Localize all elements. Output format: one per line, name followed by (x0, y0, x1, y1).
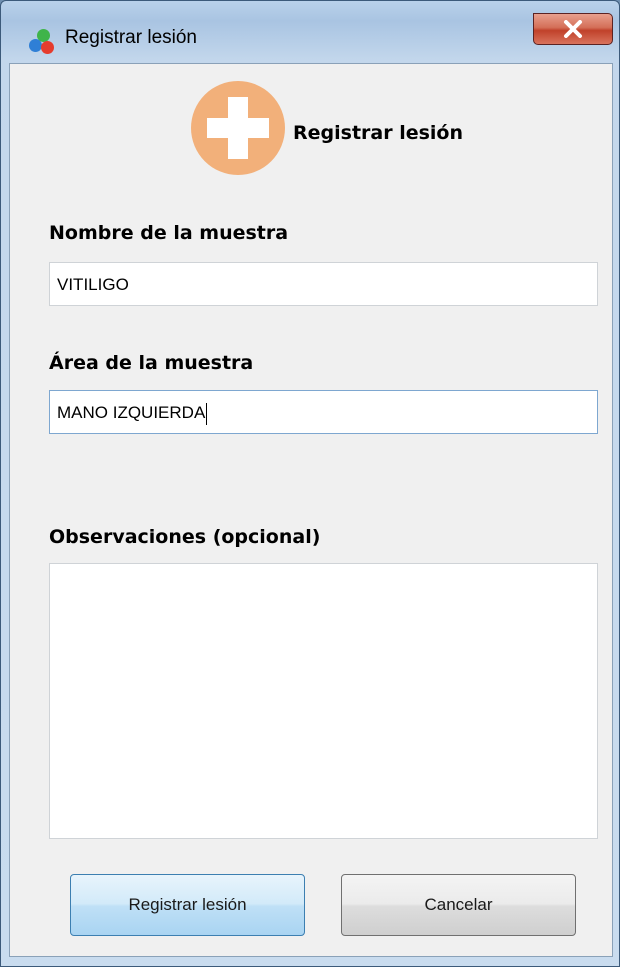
sample-name-label: Nombre de la muestra (49, 222, 289, 244)
window-title: Registrar lesión (65, 27, 197, 48)
sample-area-label: Área de la muestra (49, 352, 254, 374)
notes-label: Observaciones (opcional) (49, 526, 321, 548)
title-bar[interactable]: Registrar lesión (1, 1, 619, 63)
register-lesion-button[interactable]: Registrar lesión (70, 874, 305, 936)
sample-name-value: VITILIGO (57, 275, 129, 294)
notes-textarea[interactable] (49, 563, 598, 839)
sample-area-value: MANO IZQUIERDA (57, 403, 206, 422)
close-button[interactable] (533, 13, 613, 45)
cancel-button[interactable]: Cancelar (341, 874, 576, 936)
dialog-body: Registrar lesión Nombre de la muestra VI… (9, 63, 613, 957)
close-icon (564, 20, 582, 38)
sample-name-input[interactable]: VITILIGO (49, 262, 598, 306)
sample-area-input[interactable]: MANO IZQUIERDA (49, 390, 598, 434)
dialog-window: Registrar lesión Registrar lesión Nombre… (0, 0, 620, 967)
app-icon (29, 29, 55, 55)
text-caret (206, 402, 208, 425)
add-circle-icon (191, 81, 285, 175)
dialog-heading: Registrar lesión (293, 122, 463, 144)
